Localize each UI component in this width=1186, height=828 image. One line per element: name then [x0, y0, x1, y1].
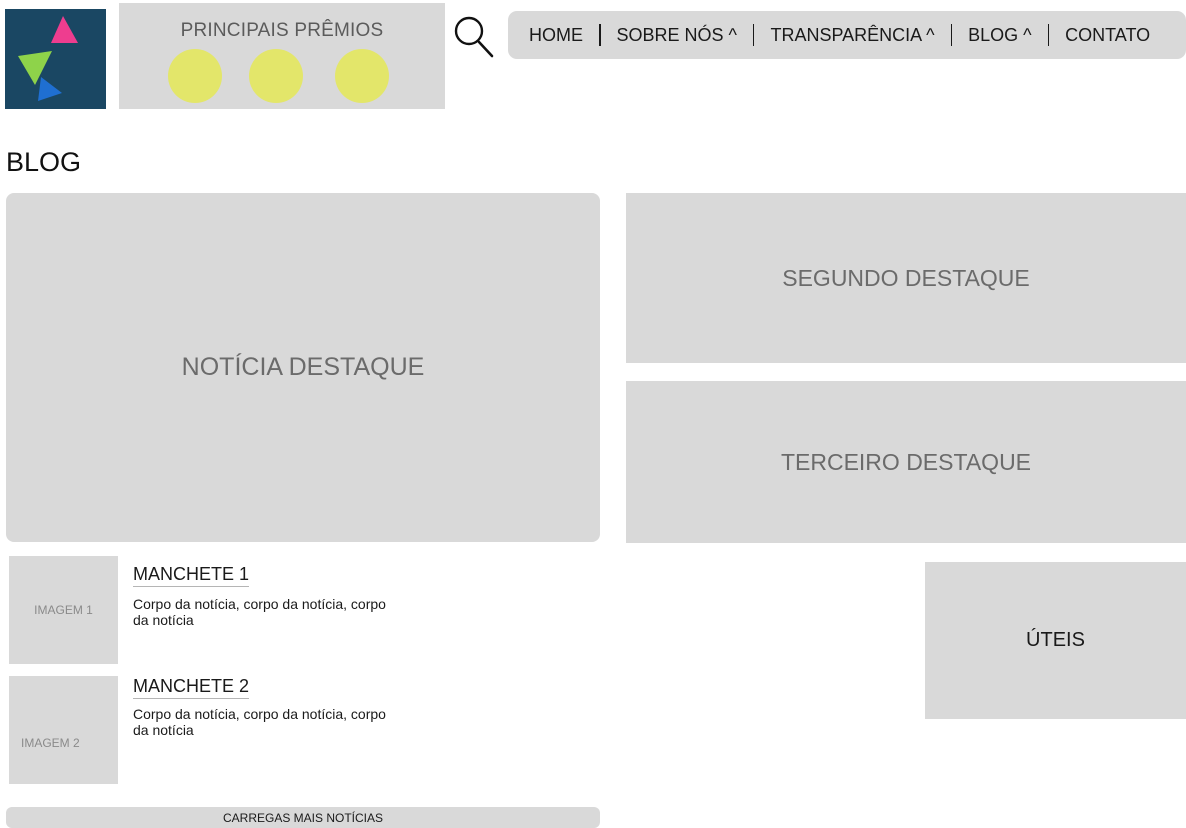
news-headline[interactable]: MANCHETE 2: [133, 676, 250, 699]
main-nav: HOME SOBRE NÓS ^ TRANSPARÊNCIA ^ BLOG ^ …: [508, 11, 1186, 59]
nav-divider: [599, 24, 601, 46]
news-body: Corpo da notícia, corpo da notícia, corp…: [133, 706, 386, 738]
nav-item-about[interactable]: SOBRE NÓS ^: [617, 25, 737, 46]
third-featured-label: TERCEIRO DESTAQUE: [780, 448, 1032, 475]
award-badge[interactable]: [335, 49, 389, 103]
nav-item-blog[interactable]: BLOG ^: [968, 25, 1031, 46]
search-button[interactable]: [452, 14, 496, 60]
load-more-button[interactable]: CARREGAS MAIS NOTÍCIAS: [6, 807, 600, 828]
logo-mark-icon: [18, 16, 78, 101]
main-featured-news[interactable]: NOTÍCIA DESTAQUE: [6, 193, 600, 542]
main-featured-label: NOTÍCIA DESTAQUE: [181, 353, 425, 381]
news-image[interactable]: IMAGEM 2: [9, 676, 118, 784]
awards-title: PRINCIPAIS PRÊMIOS: [180, 20, 384, 41]
nav-item-home[interactable]: HOME: [529, 25, 583, 46]
news-image-label: IMAGEM 1: [34, 603, 93, 617]
news-image-label: IMAGEM 2: [21, 736, 80, 750]
second-featured-news[interactable]: SEGUNDO DESTAQUE: [626, 193, 1186, 363]
nav-item-contact[interactable]: CONTATO: [1065, 25, 1150, 46]
news-headline[interactable]: MANCHETE 1: [133, 564, 250, 587]
useful-links-panel[interactable]: ÚTEIS: [925, 562, 1186, 719]
useful-links-label: ÚTEIS: [1026, 629, 1085, 651]
search-icon: [454, 16, 494, 58]
nav-divider: [752, 24, 755, 46]
load-more-label: CARREGAS MAIS NOTÍCIAS: [222, 810, 384, 825]
award-badge[interactable]: [168, 49, 222, 103]
news-image[interactable]: IMAGEM 1: [9, 556, 118, 664]
award-badge[interactable]: [249, 49, 303, 103]
awards-panel: PRINCIPAIS PRÊMIOS: [119, 3, 445, 109]
second-featured-label: SEGUNDO DESTAQUE: [782, 264, 1030, 291]
page-title: BLOG: [6, 147, 82, 177]
third-featured-news[interactable]: TERCEIRO DESTAQUE: [626, 381, 1186, 543]
brand-logo[interactable]: [5, 9, 106, 109]
nav-item-transparency[interactable]: TRANSPARÊNCIA ^: [770, 25, 934, 46]
news-body: Corpo da notícia, corpo da notícia, corp…: [133, 596, 386, 628]
nav-divider: [950, 24, 953, 46]
nav-divider: [1047, 24, 1050, 46]
